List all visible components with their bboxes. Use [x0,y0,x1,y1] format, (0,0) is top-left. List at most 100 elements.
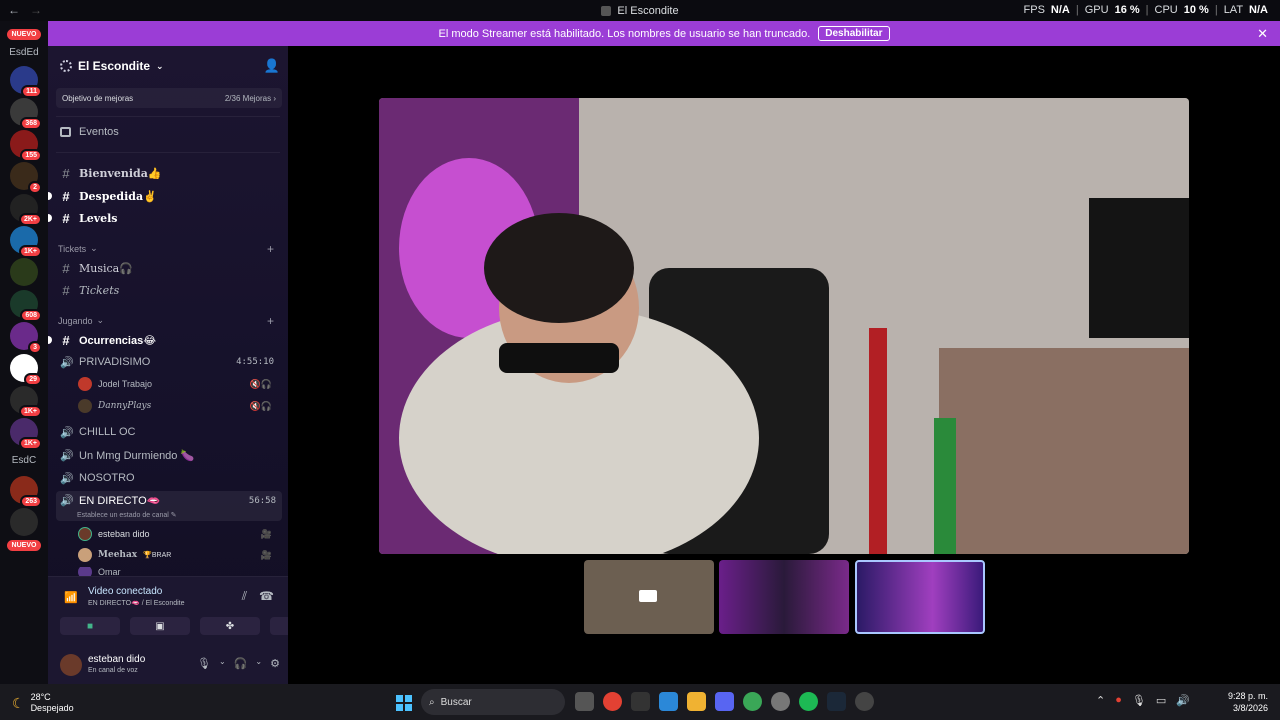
server-icon[interactable]: 29 [10,354,42,386]
user-name: DannyPlays [98,401,152,411]
app-icon[interactable] [855,692,874,711]
main-video-feed[interactable] [379,98,1189,554]
hash-icon: # [62,165,70,181]
disconnect-icon[interactable]: ☎ [259,589,274,604]
chevron-up-icon[interactable]: ⌃ [1096,694,1105,707]
server-icon[interactable]: 263 [10,476,42,508]
settings-icon[interactable] [771,692,790,711]
invite-people-icon[interactable]: 👤 [264,58,280,74]
server-icon[interactable]: 1K+ [10,386,42,418]
disable-streamer-button[interactable]: Deshabilitar [818,26,890,41]
start-button[interactable] [396,695,412,711]
channel-status-prompt[interactable]: Establece un estado de canal ✎ [77,511,177,519]
channel-despedida[interactable]: # Despedida✌ [48,186,280,206]
spotify-icon[interactable] [799,692,818,711]
channel-musica[interactable]: # Musica🎧 [60,258,280,278]
channel-bienvenida[interactable]: # Bienvenida👍 [60,163,280,183]
chrome-icon[interactable] [743,692,762,711]
hash-icon: # [62,188,70,204]
photos-icon[interactable] [659,692,678,711]
weather-condition: Despejado [30,703,74,713]
streamer-mode-banner: El modo Streamer está habilitado. Los no… [48,21,1280,46]
server-icon[interactable]: 2 [10,162,42,194]
video-camera-icon: 🎥 [260,549,272,560]
mention-badge: 2K+ [18,213,42,226]
gear-icon[interactable]: ⚙ [270,657,280,670]
voice-channel-privadisimo[interactable]: 🔊 PRIVADISIMO 4:55:10 [60,352,280,372]
server-header[interactable]: El Escondite ⌄ 👤 [60,56,280,76]
channel-ocurrencias[interactable]: # Ocurrencias😂 [48,330,280,350]
task-view-icon[interactable] [575,692,594,711]
taskbar-search[interactable]: ⌕ Buscar [421,689,565,715]
server-icon[interactable]: EsdC [10,450,38,470]
server-icon[interactable] [10,258,38,286]
add-channel-icon[interactable]: + [267,242,274,256]
lat-label: LAT [1223,4,1244,16]
participant-tile[interactable] [719,560,849,634]
banner-text: El modo Streamer está habilitado. Los no… [438,27,811,40]
voice-status-title[interactable]: Video conectado [88,586,162,597]
server-icon[interactable]: 1K+ [10,226,42,258]
channel-levels[interactable]: # Levels [48,208,280,228]
microphone-icon[interactable]: 🎙 [1132,694,1146,707]
close-banner-icon[interactable]: ✕ [1257,26,1268,42]
voice-status-subtitle[interactable]: EN DIRECTO🫦 / El Escondite [88,599,185,607]
user-name[interactable]: esteban dido [88,654,145,665]
clock[interactable]: 9:28 p. m. 3/8/2026 [1228,690,1268,714]
tray-app-icon[interactable]: ● [1115,694,1122,707]
headphones-icon[interactable]: 🎧 [234,657,248,670]
windows-logo-icon [405,704,412,711]
noise-suppression-icon[interactable]: ⫽ [242,589,247,604]
app-icon[interactable] [631,692,650,711]
cpu-label: CPU [1154,4,1178,16]
voice-channel-chill[interactable]: 🔊 CHILLL OC [60,422,280,442]
server-icon[interactable] [10,508,38,536]
server-icon[interactable]: 608 [10,290,42,322]
participant-tile-camera-off[interactable] [584,560,714,634]
voice-user[interactable]: Jodel Trabajo 🔇🎧 [78,375,278,393]
camera-button[interactable]: ■ [60,617,120,635]
chevron-down-icon[interactable]: ⌄ [255,657,262,670]
signal-icon[interactable]: 📶 [64,591,78,604]
file-explorer-icon[interactable] [687,692,706,711]
category-jugando[interactable]: Jugando ⌄ + [58,314,280,328]
steam-icon[interactable] [827,692,846,711]
voice-channel-mmg[interactable]: 🔊 Un Mmg Durmiendo 🍆 [60,445,280,465]
weather-widget[interactable]: ☾ 28°C Despejado [12,692,74,714]
avatar[interactable] [60,654,82,676]
server-icon[interactable]: 155 [10,130,42,162]
fps-label: FPS [1023,4,1045,16]
search-label: Buscar [440,696,472,708]
server-icon[interactable]: 3 [10,322,42,354]
boost-goal[interactable]: Objetivo de mejoras 2/36 Mejoras › [56,88,282,108]
new-badge: NUEVO [7,29,41,40]
chevron-down-icon[interactable]: ⌄ [219,657,226,670]
voice-user[interactable]: DannyPlays 🔇🎧 [78,397,278,415]
server-badge-icon [60,60,72,72]
volume-icon[interactable]: 🔊 [1176,694,1190,707]
screen-share-button[interactable]: ▣ [130,617,190,635]
server-icon[interactable]: 368 [10,98,42,130]
channel-tickets[interactable]: # Tickets [60,280,280,300]
voice-channel-nosotro[interactable]: 🔊 NOSOTRO [60,468,280,488]
network-icon[interactable]: ▭ [1156,694,1166,707]
voice-user[interactable]: esteban dido 🎥 [78,525,278,543]
mention-badge: 263 [20,495,42,508]
activities-button[interactable]: ✤ [200,617,260,635]
voice-user[interactable]: Meehax 🏆BRAR 🎥 [78,546,278,564]
events-item[interactable]: Eventos [60,126,119,138]
server-icon[interactable]: 111 [10,66,42,98]
microphone-icon[interactable]: 🎙 [197,657,211,670]
discord-icon[interactable] [715,692,734,711]
server-icon[interactable]: 1K+ [10,418,42,450]
add-channel-icon[interactable]: + [267,314,274,328]
muted-deafened-icon: 🔇🎧 [249,378,272,389]
chrome-icon[interactable] [603,692,622,711]
category-tickets[interactable]: Tickets ⌄ + [58,242,280,256]
participant-tile-speaking[interactable] [855,560,985,634]
server-icon[interactable]: EsdEd [9,44,38,60]
channel-name: Ocurrencias😂 [79,334,157,347]
user-panel: esteban dido En canal de voz 🎙 ⌄ 🎧 ⌄ ⚙ [60,653,286,677]
server-icon[interactable]: 2K+ [10,194,42,226]
avatar [78,377,92,391]
